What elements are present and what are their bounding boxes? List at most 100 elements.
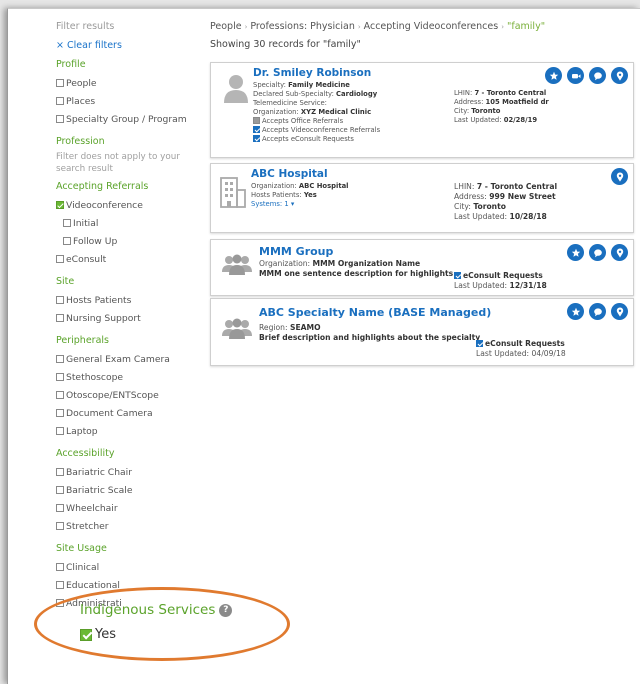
accessibility-section-label: Accessibility — [56, 448, 115, 459]
filter-stretcher[interactable]: Stretcher — [56, 517, 206, 535]
checkbox[interactable] — [56, 409, 64, 417]
filter-laptop[interactable]: Laptop — [56, 422, 206, 440]
site-usage-section-label: Site Usage — [56, 543, 107, 554]
breadcrumb-separator: › — [244, 23, 248, 31]
accepts-econsult-line: Accepts eConsult Requests — [253, 135, 380, 144]
card-right-column: LHIN: 7 - Toronto Central Address: 105 M… — [454, 89, 549, 125]
checkbox[interactable] — [63, 219, 71, 227]
breadcrumb-accepting[interactable]: Accepting Videoconferences — [364, 21, 499, 32]
card-name[interactable]: Dr. Smiley Robinson — [253, 67, 380, 79]
chat-icon[interactable] — [589, 244, 606, 261]
card-left-column: Dr. Smiley Robinson Specialty: Family Me… — [253, 67, 380, 144]
filter-otoscope[interactable]: Otoscope/ENTScope — [56, 386, 206, 404]
filter-initial[interactable]: Initial — [56, 214, 206, 232]
filter-places[interactable]: Places — [56, 92, 206, 110]
checkbox[interactable] — [63, 237, 71, 245]
filter-hosts-patients[interactable]: Hosts Patients — [56, 291, 206, 309]
star-icon[interactable] — [567, 303, 584, 320]
location-pin-icon[interactable] — [611, 244, 628, 261]
site-section-label: Site — [56, 276, 75, 287]
card-right-column: eConsult Requests Last Updated: 12/31/18 — [454, 271, 547, 291]
checkbox-checked[interactable] — [56, 201, 64, 209]
help-icon[interactable]: ? — [219, 603, 233, 617]
result-card-mmm-group[interactable]: MMM Group Organization: MMM Organization… — [210, 239, 634, 296]
breadcrumb: People › Professions: Physician › Accepting … — [210, 21, 640, 39]
card-actions — [567, 303, 628, 320]
description-line: MMM one sentence description for highlig… — [259, 269, 454, 278]
filter-general-exam-camera[interactable]: General Exam Camera — [56, 350, 206, 368]
telemedicine-line: Telemedicine Service: — [253, 99, 327, 107]
filter-wheelchair[interactable]: Wheelchair — [56, 499, 206, 517]
filter-nursing-support[interactable]: Nursing Support — [56, 309, 206, 327]
profession-section-label: Profession — [56, 136, 105, 147]
card-name[interactable]: MMM Group — [259, 245, 453, 258]
breadcrumb-query: "family" — [507, 21, 546, 32]
checkbox[interactable] — [56, 504, 64, 512]
filter-specialty-group[interactable]: Specialty Group / Program — [56, 110, 206, 128]
checkbox-grey — [253, 117, 260, 124]
building-icon — [220, 177, 246, 208]
filter-follow-up[interactable]: Follow Up — [56, 232, 206, 250]
accepts-video-line: Accepts Videoconference Referrals — [253, 126, 380, 135]
checkbox[interactable] — [56, 563, 64, 571]
group-icon — [222, 254, 252, 275]
result-card-abc-specialty[interactable]: ABC Specialty Name (BASE Managed) Region… — [210, 298, 634, 366]
star-icon[interactable] — [567, 244, 584, 261]
checkbox[interactable] — [56, 468, 64, 476]
checkbox[interactable] — [56, 391, 64, 399]
chat-icon[interactable] — [589, 303, 606, 320]
breadcrumb-profession[interactable]: Professions: Physician — [250, 21, 354, 32]
checkbox[interactable] — [56, 355, 64, 363]
breadcrumb-people[interactable]: People — [210, 21, 242, 32]
checkbox[interactable] — [56, 97, 64, 105]
card-actions — [567, 244, 628, 261]
checkbox[interactable] — [56, 427, 64, 435]
subspecialty-line: Declared Sub-Specialty: Cardiology — [253, 90, 378, 98]
filter-bariatric-chair[interactable]: Bariatric Chair — [56, 463, 206, 481]
checkbox[interactable] — [56, 522, 64, 530]
updated-line: Last Updated: 10/28/18 — [454, 212, 547, 221]
card-left-column: ABC Specialty Name (BASE Managed) Region… — [259, 306, 491, 343]
city-line: City: Toronto — [454, 202, 506, 211]
checkbox[interactable] — [56, 255, 64, 263]
result-card-abc-hospital[interactable]: ABC Hospital Organization: ABC Hospital … — [210, 163, 634, 233]
checkbox-checked[interactable] — [80, 628, 92, 641]
card-name[interactable]: ABC Specialty Name (BASE Managed) — [259, 306, 491, 319]
lhin-line: LHIN: 7 - Toronto Central — [454, 182, 558, 191]
filter-document-camera[interactable]: Document Camera — [56, 404, 206, 422]
card-right-column: LHIN: 7 - Toronto Central Address: 999 N… — [454, 182, 557, 222]
systems-dropdown[interactable]: Systems: 1 ▾ — [251, 200, 348, 209]
location-pin-icon[interactable] — [611, 67, 628, 84]
result-card-robinson[interactable]: Dr. Smiley Robinson Specialty: Family Me… — [210, 62, 634, 158]
card-actions — [611, 168, 628, 185]
card-name[interactable]: ABC Hospital — [251, 168, 348, 180]
checkbox[interactable] — [56, 115, 64, 123]
checkbox[interactable] — [56, 486, 64, 494]
checkbox[interactable] — [56, 373, 64, 381]
filter-people[interactable]: People — [56, 74, 206, 92]
lhin-line: LHIN: 7 - Toronto Central — [454, 89, 547, 97]
chat-icon[interactable] — [589, 67, 606, 84]
filter-indigenous-yes[interactable]: Yes — [80, 627, 116, 642]
checkbox[interactable] — [56, 581, 64, 589]
filter-econsult[interactable]: eConsult — [56, 250, 206, 268]
card-left-column: MMM Group Organization: MMM Organization… — [259, 245, 453, 279]
checkbox[interactable] — [56, 296, 64, 304]
checkbox-checked — [476, 340, 483, 347]
organization-line: Organization: ABC Hospital — [251, 182, 349, 190]
location-pin-icon[interactable] — [611, 168, 628, 185]
breadcrumb-separator: › — [357, 23, 361, 31]
checkbox[interactable] — [56, 79, 64, 87]
checkbox-checked — [253, 126, 260, 133]
star-icon[interactable] — [545, 67, 562, 84]
filter-stethoscope[interactable]: Stethoscope — [56, 368, 206, 386]
checkbox[interactable] — [56, 314, 64, 322]
filter-bariatric-scale[interactable]: Bariatric Scale — [56, 481, 206, 499]
video-icon[interactable] — [567, 67, 584, 84]
filter-videoconference[interactable]: Videoconference — [56, 196, 206, 214]
city-line: City: Toronto — [454, 107, 501, 115]
filter-clinical[interactable]: Clinical — [56, 558, 206, 576]
location-pin-icon[interactable] — [611, 303, 628, 320]
accepting-referrals-label: Accepting Referrals — [56, 181, 149, 192]
clear-filters-link[interactable]: × Clear filters — [56, 40, 206, 57]
